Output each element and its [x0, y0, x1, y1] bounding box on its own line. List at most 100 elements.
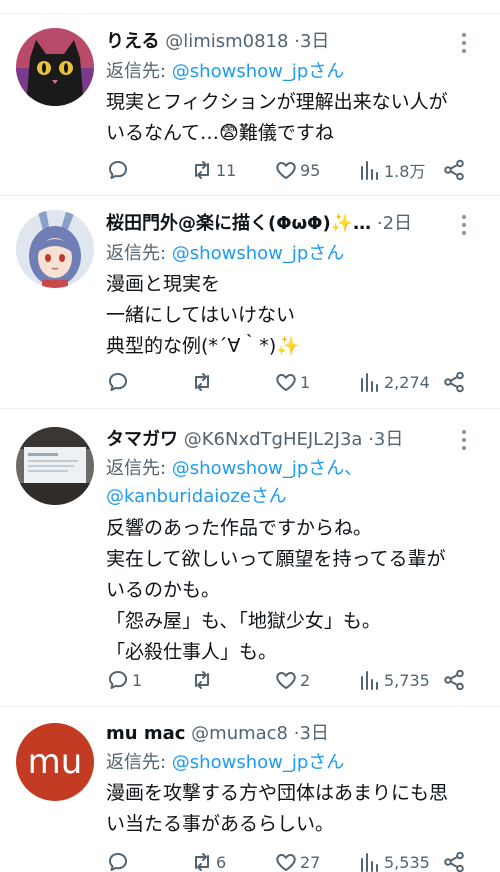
action-bar: 1 2 5,735 [106, 666, 466, 694]
tweet-header: mu mac @mumac8 ·3日 [106, 719, 484, 749]
retweet-count: 6 [216, 852, 227, 872]
share-icon [444, 159, 464, 181]
action-bar: 6 27 5,535 [106, 848, 466, 872]
bar-chart-icon [361, 853, 378, 872]
view-count: 5,535 [384, 852, 430, 872]
timestamp[interactable]: 3日 [300, 31, 329, 52]
like-button[interactable]: 95 [274, 156, 320, 184]
reply-to-link[interactable]: @showshow_jpさん [172, 752, 344, 773]
tweet-text: 現実とフィクションが理解出来ない人が いるなんて…😨難儀ですね [106, 91, 448, 144]
user-handle[interactable]: @mumac8 [191, 723, 288, 744]
previous-tweet-edge [0, 0, 500, 14]
tweet-header: りえる @limism0818 ·3日 [106, 27, 484, 57]
avatar[interactable] [16, 28, 94, 106]
timestamp[interactable]: 2日 [383, 213, 412, 234]
like-count: 2 [300, 670, 311, 690]
like-count: 27 [300, 852, 321, 872]
tweet-text: 反響のあった作品ですからね。 実在して欲しいって願望を持ってる輩が いるのかも。… [106, 517, 446, 663]
reply-to-link[interactable]: @showshow_jpさん、 [172, 458, 362, 479]
share-button[interactable] [442, 848, 466, 872]
action-bar: 1 2,274 [106, 368, 466, 396]
reply-icon [109, 671, 127, 689]
tweet-text: 漫画を攻撃する方や団体はあまりにも思 い当たる事があるらしい。 [106, 782, 449, 835]
tweet-card[interactable]: 桜田門外@楽に描く(ΦωΦ)✨… ·2日 返信先: @showshow_jpさん… [0, 196, 500, 409]
retweet-button[interactable]: 11 [190, 156, 236, 184]
black-cat-painting-icon [16, 28, 94, 106]
avatar[interactable]: mu [16, 723, 94, 801]
views-button[interactable]: 5,535 [358, 848, 430, 872]
retweet-button[interactable] [190, 368, 216, 396]
views-button[interactable]: 5,735 [358, 666, 430, 694]
retweet-button[interactable]: 6 [190, 848, 226, 872]
bar-chart-icon [361, 373, 378, 392]
tweet-text: 漫画と現実を 一緒にしてはいけない 典型的な例(*´∀｀*)✨ [106, 273, 300, 357]
heart-icon [276, 374, 296, 391]
share-button[interactable] [442, 156, 466, 184]
like-button[interactable]: 27 [274, 848, 320, 872]
share-button[interactable] [442, 666, 466, 694]
reply-icon [109, 853, 127, 871]
avatar-text: mu [28, 742, 83, 782]
display-name[interactable]: タマガワ [106, 429, 178, 450]
retweet-icon [195, 671, 209, 689]
tweet-card[interactable]: りえる @limism0818 ·3日 返信先: @showshow_jpさん … [0, 14, 500, 196]
share-icon [444, 669, 464, 691]
heart-icon [276, 162, 296, 179]
like-button[interactable]: 2 [274, 666, 310, 694]
like-count: 1 [300, 372, 311, 392]
user-handle[interactable]: @K6NxdTgHEJL2J3a [184, 429, 363, 450]
display-name[interactable]: りえる [106, 31, 159, 52]
user-handle[interactable]: @limism0818 [165, 31, 288, 52]
more-options-icon[interactable] [454, 32, 474, 54]
reply-to-line: 返信先: @showshow_jpさん [106, 240, 344, 268]
reply-prefix: 返信先: [106, 752, 172, 773]
like-button[interactable]: 1 [274, 368, 310, 396]
tweet-card[interactable]: タマガワ @K6NxdTgHEJL2J3a ·3日 返信先: @showshow… [0, 409, 500, 707]
more-options-icon[interactable] [454, 429, 474, 451]
retweet-count: 11 [216, 160, 237, 180]
share-icon [444, 851, 464, 872]
laptop-screen-photo-icon [16, 427, 94, 505]
bar-chart-icon [361, 671, 378, 690]
reply-icon [109, 373, 127, 391]
reply-to-line: 返信先: @showshow_jpさん、 [106, 455, 362, 483]
display-name[interactable]: 桜田門外@楽に描く(ΦωΦ)✨… [106, 213, 371, 234]
reply-button[interactable] [106, 368, 132, 396]
action-bar: 11 95 1.8万 [106, 156, 466, 184]
reply-prefix: 返信先: [106, 458, 172, 479]
views-button[interactable]: 1.8万 [358, 156, 425, 184]
display-name[interactable]: mu mac [106, 723, 185, 744]
reply-button[interactable] [106, 848, 132, 872]
reply-prefix: 返信先: [106, 243, 172, 264]
reply-to-line: @kanburidaiozeさん [106, 483, 287, 511]
timestamp[interactable]: 3日 [299, 723, 328, 744]
reply-prefix: 返信先: [106, 61, 172, 82]
reply-icon [109, 161, 127, 179]
anime-girl-bunny-ears-icon [16, 210, 94, 288]
more-options-icon[interactable] [454, 214, 474, 236]
reply-count: 1 [132, 670, 143, 690]
views-button[interactable]: 2,274 [358, 368, 430, 396]
heart-icon [276, 672, 296, 689]
retweet-button[interactable] [190, 666, 216, 694]
timestamp[interactable]: 3日 [374, 429, 403, 450]
view-count: 2,274 [384, 372, 430, 392]
avatar[interactable] [16, 210, 94, 288]
share-button[interactable] [442, 368, 466, 396]
bar-chart-icon [361, 161, 378, 180]
reply-to-link[interactable]: @showshow_jpさん [172, 243, 344, 264]
reply-button[interactable]: 1 [106, 666, 142, 694]
avatar[interactable] [16, 427, 94, 505]
tweet-card[interactable]: mu mu mac @mumac8 ·3日 返信先: @showshow_jpさ… [0, 707, 500, 872]
retweet-icon [195, 373, 209, 391]
like-count: 95 [300, 160, 321, 180]
tweet-header: タマガワ @K6NxdTgHEJL2J3a ·3日 [106, 425, 484, 455]
mu-logo-icon: mu [16, 723, 94, 801]
heart-icon [276, 854, 296, 871]
tweet-header: 桜田門外@楽に描く(ΦωΦ)✨… ·2日 [106, 209, 484, 239]
reply-to-link[interactable]: @kanburidaiozeさん [106, 486, 287, 507]
retweet-icon [195, 853, 209, 871]
reply-button[interactable] [106, 156, 132, 184]
view-count: 1.8万 [384, 162, 426, 181]
reply-to-link[interactable]: @showshow_jpさん [172, 61, 344, 82]
